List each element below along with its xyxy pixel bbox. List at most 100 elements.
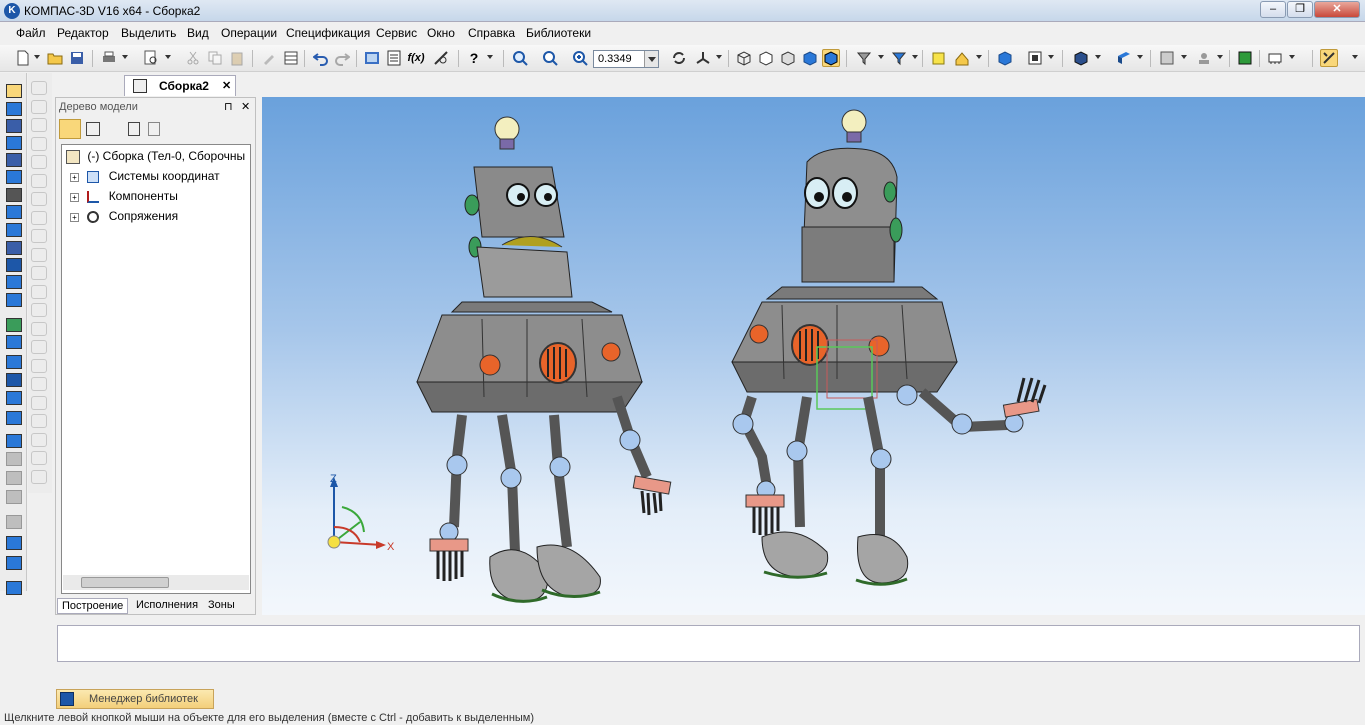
redo-icon[interactable] bbox=[333, 49, 351, 67]
restore-button[interactable]: ❐ bbox=[1287, 1, 1313, 18]
new-file-icon[interactable] bbox=[14, 49, 32, 67]
compact-tool-icon[interactable] bbox=[6, 170, 22, 184]
close-window-button[interactable]: ✕ bbox=[1314, 1, 1360, 18]
pin-icon[interactable]: ⊓ bbox=[224, 100, 233, 113]
compact-tool-icon[interactable] bbox=[6, 318, 22, 332]
undo-icon[interactable] bbox=[312, 49, 330, 67]
menu-operations[interactable]: Операции bbox=[221, 26, 277, 40]
library-manager-tab[interactable]: Менеджер библиотек bbox=[56, 689, 214, 709]
instrument-tool-icon[interactable] bbox=[31, 340, 47, 354]
compact-tool-icon[interactable] bbox=[6, 536, 22, 550]
cube-icon[interactable] bbox=[996, 49, 1014, 67]
orient-icon[interactable] bbox=[694, 49, 712, 67]
menu-window[interactable]: Окно bbox=[427, 26, 455, 40]
tree-filter-icon[interactable] bbox=[148, 122, 160, 136]
measure-icon[interactable] bbox=[432, 49, 450, 67]
instrument-tool-icon[interactable] bbox=[31, 118, 47, 132]
compact-tool-icon[interactable] bbox=[6, 241, 22, 255]
instrument-tool-icon[interactable] bbox=[31, 321, 47, 336]
halftone-icon[interactable] bbox=[779, 49, 797, 67]
expand-icon[interactable]: + bbox=[70, 213, 79, 222]
compact-tool-icon[interactable] bbox=[6, 188, 22, 202]
compact-tool-icon[interactable] bbox=[6, 411, 22, 425]
shaded-icon[interactable] bbox=[801, 49, 819, 67]
zoom-fit-icon[interactable] bbox=[541, 49, 559, 67]
instrument-tool-icon[interactable] bbox=[31, 395, 47, 410]
menu-view[interactable]: Вид bbox=[187, 26, 209, 40]
compact-tool-icon[interactable] bbox=[6, 581, 22, 595]
formula-icon[interactable]: f(x) bbox=[407, 49, 425, 67]
compact-tool-icon[interactable] bbox=[6, 102, 22, 116]
instrument-tool-icon[interactable] bbox=[31, 303, 47, 317]
book-icon[interactable] bbox=[1072, 49, 1090, 67]
zoom-window-icon[interactable] bbox=[511, 49, 529, 67]
filter-icon[interactable] bbox=[855, 49, 873, 67]
menu-select[interactable]: Выделить bbox=[121, 26, 176, 40]
chevron-down-icon[interactable] bbox=[644, 51, 658, 67]
instrument-tool-icon[interactable] bbox=[31, 173, 47, 188]
snap-toggle-icon[interactable] bbox=[1320, 49, 1338, 67]
wireframe-icon[interactable] bbox=[735, 49, 753, 67]
menu-editor[interactable]: Редактор bbox=[57, 26, 109, 40]
menu-help[interactable]: Справка bbox=[468, 26, 515, 40]
3d-viewport[interactable]: Z X bbox=[262, 97, 1365, 615]
compact-tool-icon[interactable] bbox=[6, 293, 22, 307]
spec-icon[interactable] bbox=[1195, 49, 1213, 67]
instrument-tool-icon[interactable] bbox=[31, 247, 47, 262]
instrument-tool-icon[interactable] bbox=[31, 192, 47, 206]
shaded-edges-icon[interactable] bbox=[822, 49, 840, 67]
properties-icon[interactable] bbox=[260, 49, 278, 67]
light-icon[interactable] bbox=[1026, 49, 1044, 67]
tree-options-icon[interactable] bbox=[128, 122, 140, 136]
tree-item-components[interactable]: + Компоненты bbox=[70, 189, 178, 207]
compact-tool-icon[interactable] bbox=[6, 136, 22, 150]
instrument-tool-icon[interactable] bbox=[31, 451, 47, 465]
perspective-icon[interactable] bbox=[930, 49, 948, 67]
compact-tool-icon[interactable] bbox=[6, 556, 22, 570]
instrument-tool-icon[interactable] bbox=[31, 136, 47, 151]
instrument-tool-icon[interactable] bbox=[31, 210, 47, 225]
compact-tool-icon[interactable] bbox=[6, 452, 22, 466]
snap-icon[interactable] bbox=[890, 49, 908, 67]
menu-specification[interactable]: Спецификация bbox=[286, 26, 370, 40]
expand-icon[interactable]: + bbox=[70, 193, 79, 202]
part-icon[interactable] bbox=[1158, 49, 1176, 67]
tree-item-coords[interactable]: + Системы координат bbox=[70, 169, 220, 187]
instrument-tool-icon[interactable] bbox=[31, 229, 47, 243]
copy-icon[interactable] bbox=[206, 49, 224, 67]
compact-tool-icon[interactable] bbox=[6, 84, 22, 98]
scrollbar-thumb[interactable] bbox=[81, 577, 169, 588]
close-tab-icon[interactable]: ✕ bbox=[222, 79, 231, 92]
menu-file[interactable]: Файл bbox=[16, 26, 46, 40]
compact-tool-icon[interactable] bbox=[6, 515, 22, 529]
instrument-tool-icon[interactable] bbox=[31, 377, 47, 391]
view-manager-icon[interactable] bbox=[363, 49, 381, 67]
rotate-icon[interactable] bbox=[670, 49, 688, 67]
tree-root[interactable]: (-) Сборка (Тел-0, Сборочны bbox=[66, 149, 245, 167]
stamp-icon[interactable] bbox=[1236, 49, 1254, 67]
compact-tool-icon[interactable] bbox=[6, 275, 22, 289]
assembly-icon[interactable] bbox=[1115, 49, 1133, 67]
tree-view-button[interactable] bbox=[86, 122, 100, 136]
menu-service[interactable]: Сервис bbox=[376, 26, 417, 40]
instrument-tool-icon[interactable] bbox=[31, 266, 47, 280]
compact-tool-icon[interactable] bbox=[6, 258, 22, 272]
paste-icon[interactable] bbox=[228, 49, 246, 67]
print-icon[interactable] bbox=[100, 49, 118, 67]
help-cursor-icon[interactable]: ? bbox=[465, 49, 483, 67]
close-panel-icon[interactable]: ✕ bbox=[241, 100, 250, 113]
compact-tool-icon[interactable] bbox=[6, 391, 22, 405]
open-file-icon[interactable] bbox=[46, 49, 64, 67]
section-icon[interactable] bbox=[953, 49, 971, 67]
hidden-lines-icon[interactable] bbox=[757, 49, 775, 67]
instrument-tool-icon[interactable] bbox=[31, 414, 47, 428]
instrument-tool-icon[interactable] bbox=[31, 99, 47, 114]
compact-tool-icon[interactable] bbox=[6, 205, 22, 219]
compact-tool-icon[interactable] bbox=[6, 119, 22, 133]
tab-assembly2[interactable]: Сборка2 ✕ bbox=[124, 75, 236, 96]
table-icon[interactable] bbox=[282, 49, 300, 67]
menu-libraries[interactable]: Библиотеки bbox=[526, 26, 591, 40]
tab-construction[interactable]: Построение bbox=[57, 598, 129, 614]
compact-tool-icon[interactable] bbox=[6, 373, 22, 387]
instrument-tool-icon[interactable] bbox=[31, 284, 47, 299]
